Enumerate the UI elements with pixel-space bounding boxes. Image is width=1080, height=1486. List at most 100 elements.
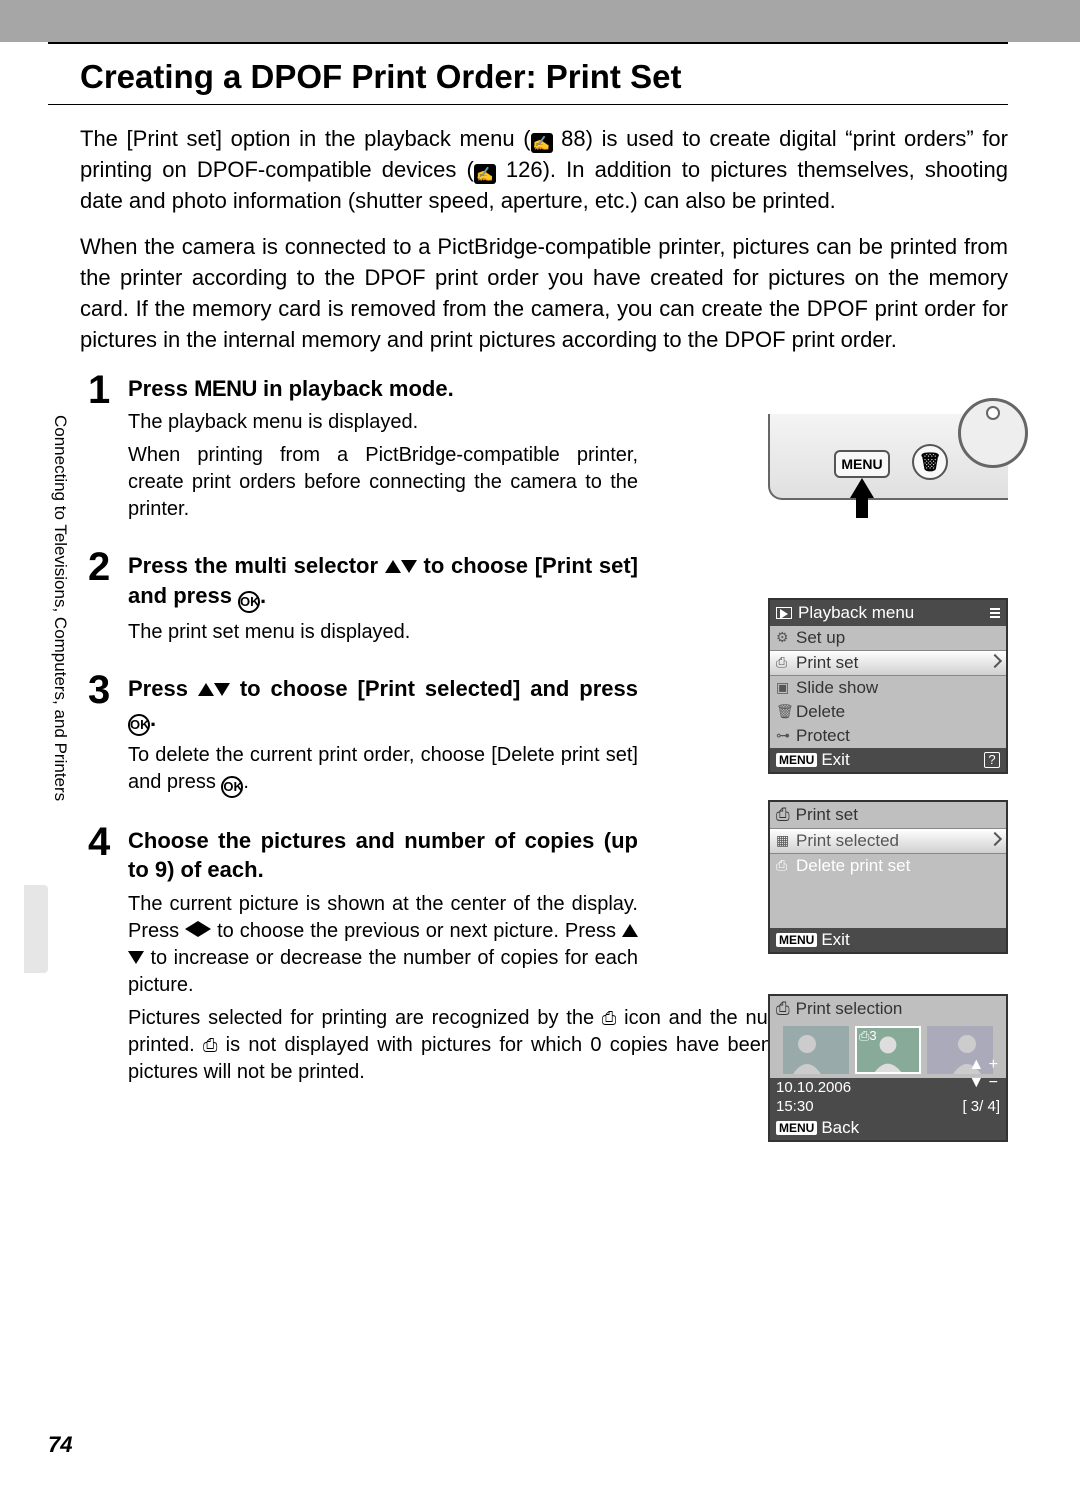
text: Print selected <box>796 831 899 850</box>
lcd1-row-protect: ⊶ Protect <box>770 724 1006 748</box>
setup-icon: ⚙ <box>776 629 789 646</box>
copies-count: 3 <box>869 1028 876 1043</box>
step-1-content: Press MENU in playback mode. The playbac… <box>128 370 638 524</box>
intro-ref-126: 126 <box>506 157 543 182</box>
step-number: 1 <box>88 370 128 410</box>
right-triangle-icon <box>198 921 211 937</box>
text: to increase or decrease the number of co… <box>128 947 638 996</box>
ok-button-icon: OK <box>238 591 260 613</box>
lcd3-back: Back <box>821 1118 859 1138</box>
lcd2-body: ▦ Print selected ⎙ Delete print set <box>770 828 1006 928</box>
printer-icon: ⎙ <box>776 857 787 874</box>
printer-icon: ⎙ <box>776 654 787 671</box>
lcd3-date: 10.10.2006 <box>776 1079 851 1096</box>
page-number: 74 <box>48 1432 72 1458</box>
step-1-body-1: The playback menu is displayed. <box>128 409 638 436</box>
lcd3-arrows: ▲ + ▼ − <box>968 1056 998 1091</box>
menu-badge-icon: MENU <box>776 753 817 767</box>
step-1-body-2: When printing from a PictBridge-compatib… <box>128 442 638 523</box>
lcd3-title: Print selection <box>796 999 903 1019</box>
menu-label-icon: MENU <box>194 376 257 401</box>
section-sidebar-label: Connecting to Televisions, Computers, an… <box>48 415 70 885</box>
text: Protect <box>796 726 850 745</box>
printer-icon: ⎙ <box>776 999 790 1019</box>
up-triangle-icon <box>198 683 214 696</box>
lcd2-header: ⎙ Print set <box>770 802 1006 828</box>
text: Press the multi selector <box>128 553 385 578</box>
reference-icon: ✍ <box>531 133 553 153</box>
lcd3-counter: [ 3/ 4] <box>962 1098 1000 1115</box>
text: in playback mode. <box>257 376 454 401</box>
step-3-heading: Press to choose [Print selected] and pre… <box>128 674 638 736</box>
camera-dial-dot <box>986 406 1000 420</box>
lcd1-exit: Exit <box>821 750 849 770</box>
text: to choose the previous or next picture. … <box>211 920 622 942</box>
text: Delete print set <box>796 856 910 875</box>
step-2-body: The print set menu is displayed. <box>128 619 638 646</box>
step-4-heading: Choose the pictures and number of copies… <box>128 826 638 885</box>
lcd2-row-printselected: ▦ Print selected <box>770 828 1006 854</box>
text: Pictures selected for printing are recog… <box>128 1007 602 1029</box>
step-4-content: Choose the pictures and number of copies… <box>128 822 638 999</box>
rule-top <box>48 42 1008 44</box>
step-1-heading: Press MENU in playback mode. <box>128 374 638 404</box>
step-2-heading: Press the multi selector to choose [Prin… <box>128 551 638 613</box>
text: to choose [Print selected] and press <box>230 676 638 701</box>
lcd3-header: ⎙ Print selection <box>770 996 1006 1022</box>
menu-bars-icon <box>990 608 1000 618</box>
text: Set up <box>796 628 845 647</box>
trash-icon: 🗑 <box>776 703 794 720</box>
printer-icon <box>602 1007 616 1029</box>
step-3-body: To delete the current print order, choos… <box>128 742 638 798</box>
text: Print set <box>796 653 858 672</box>
help-icon: ? <box>984 752 1000 768</box>
lcd2-exit: Exit <box>821 930 849 950</box>
thumb-current: ⎙3 <box>855 1026 921 1074</box>
rule-bottom <box>48 104 1008 105</box>
intro-paragraph-2: When the camera is connected to a PictBr… <box>80 231 1008 356</box>
text: Press <box>128 676 198 701</box>
slideshow-icon: ▣ <box>776 679 789 696</box>
ok-button-icon: OK <box>128 714 150 736</box>
printer-icon: ⎙3 <box>859 1028 877 1044</box>
text: Delete <box>796 702 845 721</box>
page-title: Creating a DPOF Print Order: Print Set <box>80 58 1008 96</box>
camera-menu-button: MENU <box>834 450 890 478</box>
protect-icon: ⊶ <box>776 727 790 744</box>
lcd1-footer: MENU Exit ? <box>770 748 1006 772</box>
lcd1-header: Playback menu <box>770 600 1006 626</box>
up-plus-icon: ▲ + <box>968 1056 998 1074</box>
left-triangle-icon <box>185 921 198 937</box>
text: Slide show <box>796 678 878 697</box>
thumbnails-icon: ▦ <box>776 832 789 849</box>
lcd1-row-printset: ⎙ Print set <box>770 650 1006 676</box>
step-4-body-1: The current picture is shown at the cent… <box>128 891 638 999</box>
side-tab <box>24 885 48 973</box>
step-2-content: Press the multi selector to choose [Prin… <box>128 547 638 646</box>
play-icon <box>776 607 792 619</box>
lcd3-time-row: 15:30 [ 3/ 4] <box>770 1097 1006 1116</box>
ok-button-icon: OK <box>221 776 243 798</box>
up-triangle-icon <box>385 560 401 573</box>
intro-ref-88: 88 <box>561 126 585 151</box>
lcd-print-set: ⎙ Print set ▦ Print selected ⎙ Delete prin… <box>768 800 1008 954</box>
lcd3-time: 15:30 <box>776 1098 814 1115</box>
lcd3-footer: MENU Back <box>770 1116 1006 1140</box>
down-minus-icon: ▼ − <box>968 1074 998 1092</box>
lcd1-row-slideshow: ▣ Slide show <box>770 676 1006 700</box>
down-triangle-icon <box>128 951 144 964</box>
menu-badge-icon: MENU <box>776 933 817 947</box>
down-triangle-icon <box>214 683 230 696</box>
step-number: 3 <box>88 670 128 710</box>
lcd1-title: Playback menu <box>798 603 914 623</box>
step-number: 4 <box>88 822 128 862</box>
camera-trash-button: 🗑 <box>912 444 948 480</box>
lcd-print-selection: ⎙ Print selection ⎙3 ▲ + ▼ − 10.10.2006 … <box>768 994 1008 1142</box>
menu-badge-icon: MENU <box>776 1121 817 1135</box>
lcd2-footer: MENU Exit <box>770 928 1006 952</box>
camera-body: MENU 🗑 <box>768 414 1008 500</box>
thumb-prev <box>783 1026 849 1074</box>
lcd1-row-delete: 🗑Delete <box>770 700 1006 724</box>
lcd2-title: Print set <box>796 805 858 825</box>
page: Creating a DPOF Print Order: Print Set T… <box>0 0 1080 1486</box>
